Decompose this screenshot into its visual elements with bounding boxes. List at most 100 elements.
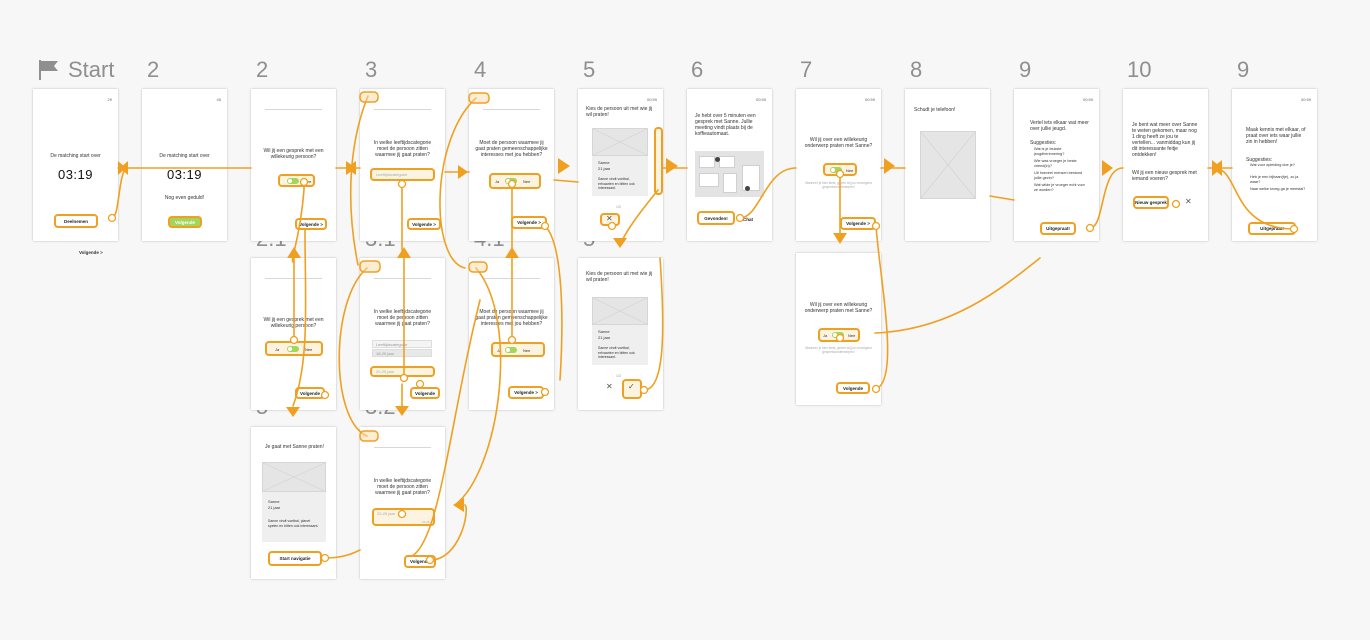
check-icon[interactable]: ✓ <box>628 382 635 391</box>
suggestion-item: Wat is je leukste jeugdherinnering? <box>1034 147 1065 156</box>
screen-5a[interactable]: 00:59 Kies de persoon uit met wie jij wi… <box>578 89 663 241</box>
shake-text: Schudt je telefoon! <box>914 107 956 113</box>
flow-label-5a: 5 <box>583 57 596 82</box>
toggle-label: Nee <box>304 179 312 184</box>
arrowhead-6-input <box>666 158 678 174</box>
suggestion-item: Wie was vroeger je beste vriend(in)? <box>1034 159 1077 168</box>
age-select-value: 20-25 jaar <box>377 511 396 516</box>
flow-label-6: 6 <box>691 57 704 82</box>
screen-9b[interactable]: 00:59 Maak kennis met elkaar, of praat o… <box>1232 89 1317 241</box>
next-button[interactable]: Volgende <box>295 387 325 399</box>
flow-label-4: 4 <box>474 57 487 82</box>
next-button[interactable]: Volgende > <box>295 218 327 230</box>
next-button[interactable]: Volgende > <box>511 216 547 229</box>
question: In welke leeftijdscategorie moet de pers… <box>373 140 432 158</box>
arrowhead-10-input <box>1102 160 1113 176</box>
close-icon[interactable]: ✕ <box>1185 197 1192 206</box>
flow-label-9a: 9 <box>1019 57 1032 82</box>
next-link[interactable]: Volgende > <box>79 250 103 255</box>
hint-text: Wanneer je Nee kiest, geven wij jou verv… <box>805 181 872 189</box>
flow-label-7: 7 <box>800 57 813 82</box>
status-time: 00:59 <box>864 97 875 102</box>
screen-10[interactable]: Je bent wat meer over Sanne te weten gek… <box>1123 89 1208 241</box>
screen-5b[interactable]: Kies de persoon uit met wie jij wil prat… <box>578 258 663 410</box>
toggle-switch[interactable] <box>287 178 299 184</box>
next-button[interactable]: Volgende <box>168 216 202 228</box>
found-button[interactable]: Gevonden! <box>697 211 735 225</box>
shake-image <box>920 131 976 199</box>
toggle-switch[interactable] <box>505 347 517 353</box>
arrowhead-3-input <box>346 161 356 175</box>
age-option[interactable]: Leeftijdscategorie <box>372 340 432 348</box>
screen-6[interactable]: 00:59 Je hebt over 5 minuten een gesprek… <box>687 89 772 241</box>
start-navigation-button[interactable]: Start navigatie <box>268 551 322 566</box>
divider <box>483 109 540 110</box>
screen-2b[interactable]: Wil jij een gesprek met een willekeurig … <box>251 89 336 241</box>
profile-image <box>592 297 648 325</box>
toggle-label: Nee <box>305 347 313 352</box>
join-button[interactable]: Deelnemen <box>54 214 98 228</box>
profile-image <box>592 128 648 156</box>
countdown: 03:19 <box>57 167 94 182</box>
screen-9a[interactable]: 00:59 Vertel iets elkaar wat meer over j… <box>1014 89 1099 241</box>
scroll-hotspot[interactable] <box>654 127 663 195</box>
screen-3[interactable]: In welke leeftijdscategorie moet de pers… <box>360 89 445 241</box>
screen-3-1[interactable]: In welke leeftijdscategorie moet de pers… <box>360 258 445 410</box>
match-title: Je gaat met Sanne praten! <box>265 444 324 450</box>
profile-age: 21 jaar <box>268 505 281 510</box>
screen-3-2[interactable]: In welke leeftijdscategorie moet de pers… <box>360 427 445 579</box>
toggle-switch[interactable] <box>287 346 299 352</box>
close-icon[interactable]: ✕ <box>606 382 613 391</box>
screen-4[interactable]: Moet de persoon waarmee jij gaat praten … <box>469 89 554 241</box>
screen-2a[interactable]: 45 De matching start over 03:19 Nog even… <box>142 89 227 241</box>
toggle-left-label: Ja <box>497 348 502 353</box>
question: Kies de persoon uit met wie jij wil prat… <box>586 106 653 118</box>
next-button[interactable]: Volgende > <box>508 386 544 399</box>
matching-text: De matching start over <box>159 153 210 159</box>
arrowhead-8-input <box>884 158 895 174</box>
suggestions-title: Suggesties: <box>1030 140 1057 146</box>
age-option-label: 20-25 jaar <box>376 369 395 374</box>
question: Wil jij een gesprek met een willekeurig … <box>263 148 324 160</box>
done-button[interactable]: Uitgepraat! <box>1040 222 1076 235</box>
suggestion-item: Wat wilde je vroeger echt voor ze worden… <box>1034 183 1085 192</box>
screen-7[interactable]: 00:59 Wil jij over een willekeurig onder… <box>796 89 881 241</box>
map-block <box>723 173 737 193</box>
toggle-switch[interactable] <box>505 178 517 184</box>
new-conversation-question: Wil jij een nieuw gesprek met iemand voe… <box>1132 170 1197 182</box>
suggestion-item: Heb je een bijbaan(tje), zo ja waar? <box>1250 175 1299 184</box>
close-icon[interactable]: ✕ <box>606 214 613 223</box>
next-button[interactable]: Volgende > <box>407 218 441 230</box>
screen-4-1[interactable]: Moet de persoon waarmee jij gaat praten … <box>469 258 554 410</box>
screen-8[interactable]: Schudt je telefoon! <box>905 89 990 241</box>
chat-button[interactable]: Chat <box>743 215 763 223</box>
next-button[interactable]: Volgende <box>410 387 440 399</box>
start-label: Start <box>38 57 114 82</box>
countdown: 03:19 <box>166 167 203 182</box>
profile-age: 21 jaar <box>598 335 611 340</box>
screen-5c[interactable]: Je gaat met Sanne praten! Sanne 21 jaar … <box>251 427 336 579</box>
toggle-switch[interactable] <box>830 167 842 173</box>
next-button[interactable]: Volgende > <box>840 217 876 230</box>
map-block <box>719 156 735 168</box>
intro-text: Vertel iets elkaar wat meer over jullie … <box>1030 120 1089 132</box>
flow-label-10: 10 <box>1127 57 1152 82</box>
map-block <box>699 156 715 168</box>
profile-description: Sanne vindt voetbal, planet spelen en bi… <box>268 519 319 528</box>
next-button[interactable]: Volgende <box>404 555 436 568</box>
next-button[interactable]: Volgende <box>836 382 870 394</box>
toggle-switch[interactable] <box>832 332 844 338</box>
screen-start[interactable]: 29 De matching start over 03:19 Deelneme… <box>33 89 118 241</box>
age-option[interactable]: 18-20 jaar <box>372 349 432 357</box>
hint-text: Wanneer je Nee kiest, geven wij jou verv… <box>805 346 872 354</box>
suggestion-item: Naar welke kroeg ga je meestal? <box>1250 187 1306 191</box>
profile-age: 21 jaar <box>598 166 611 171</box>
screen-2-1[interactable]: Wil jij een gesprek met een willekeurig … <box>251 258 336 410</box>
question: In welke leeftijdscategorie moet de pers… <box>373 309 432 327</box>
new-conversation-button[interactable]: Nieuw gesprek <box>1133 196 1169 209</box>
done-button[interactable]: Uitgepraat! <box>1248 222 1296 235</box>
screen-7-1[interactable]: Wil jij over een willekeurig onderwerp p… <box>796 253 881 405</box>
location-pin-icon <box>715 157 720 162</box>
summary-text: Je bent wat meer over Sanne te weten gek… <box>1132 122 1198 158</box>
prototype-canvas: Start 2 2 3 4 5 6 7 8 9 10 9 2.1 3.1 4.1… <box>0 0 1370 640</box>
